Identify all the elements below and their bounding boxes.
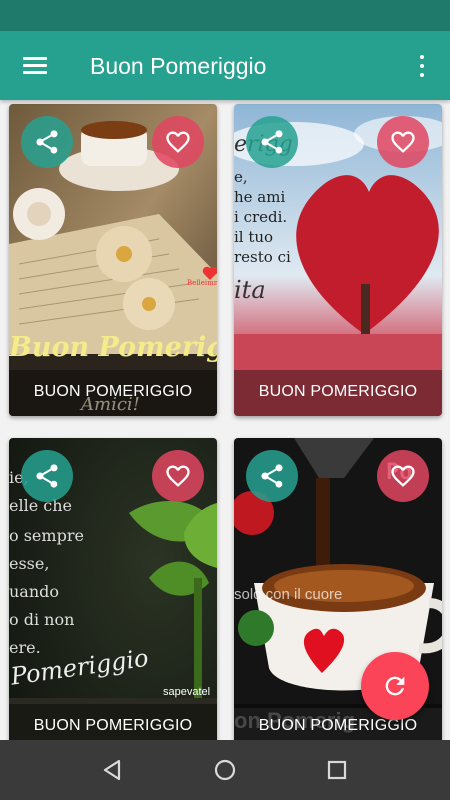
refresh-button[interactable] [361, 652, 429, 720]
overlay-text: uando [9, 582, 60, 601]
status-bar [0, 0, 450, 31]
share-button[interactable] [21, 450, 73, 502]
recents-square-icon[interactable] [322, 755, 352, 785]
card-2[interactable]: erigg e, he ami i credi. il tuo resto ci… [234, 104, 442, 416]
caption-band: BUON POMERIGGIO [234, 370, 442, 416]
refresh-icon [385, 676, 405, 696]
app-bar: Buon Pomeriggio [0, 31, 450, 100]
heart-outline-icon [166, 465, 190, 487]
overlay-text: o sempre [9, 526, 84, 545]
share-icon [36, 464, 58, 488]
watermark: sapevatel [163, 686, 211, 698]
overlay-text: resto ci [234, 248, 291, 266]
heart-outline-icon [391, 465, 415, 487]
share-icon [261, 130, 283, 154]
card-caption: BUON POMERIGGIO [33, 383, 193, 400]
overlay-text: ere. [9, 638, 41, 657]
card-1[interactable]: Buon Pomerigg Amici! Belleimmagini BUON … [9, 104, 217, 416]
image-grid[interactable]: Buon Pomerigg Amici! Belleimmagini BUON … [0, 100, 450, 740]
more-vert-icon[interactable] [407, 49, 437, 83]
back-triangle-icon[interactable] [98, 755, 128, 785]
caption-band: BUON POMERIGGIO [9, 370, 217, 416]
watermark: Belleimmagini [187, 279, 217, 287]
overlay-text: e, [234, 168, 248, 186]
favorite-button[interactable] [152, 450, 204, 502]
card-caption: BUON POMERIGGIO [33, 717, 193, 734]
overlay-text: he ami [234, 188, 286, 206]
overlay-text: il tuo [234, 228, 274, 246]
overlay-text: solo con il cuore [234, 586, 343, 603]
navigation-bar [0, 740, 450, 800]
hamburger-icon[interactable] [18, 51, 52, 81]
overlay-text: Buon Pomerigg [9, 332, 217, 363]
share-button[interactable] [21, 116, 73, 168]
overlay-text: o di non [9, 610, 75, 629]
share-button[interactable] [246, 450, 298, 502]
card-caption: BUON POMERIGGIO [258, 717, 418, 734]
card-3[interactable]: ie, elle che o sempre esse, uando o di n… [9, 438, 217, 740]
card-caption: BUON POMERIGGIO [258, 383, 418, 400]
heart-outline-icon [391, 131, 415, 153]
home-circle-icon[interactable] [210, 755, 240, 785]
favorite-button[interactable] [377, 116, 429, 168]
caption-band: BUON POMERIGGIO [9, 704, 217, 740]
page-title: Buon Pomeriggio [90, 53, 267, 79]
overlay-text: i credi. [234, 208, 288, 226]
favorite-button[interactable] [152, 116, 204, 168]
overlay-text: ita [234, 276, 266, 304]
share-icon [261, 464, 283, 488]
share-button[interactable] [246, 116, 298, 168]
heart-outline-icon [166, 131, 190, 153]
favorite-button[interactable] [377, 450, 429, 502]
overlay-text: esse, [9, 554, 50, 573]
share-icon [36, 130, 58, 154]
